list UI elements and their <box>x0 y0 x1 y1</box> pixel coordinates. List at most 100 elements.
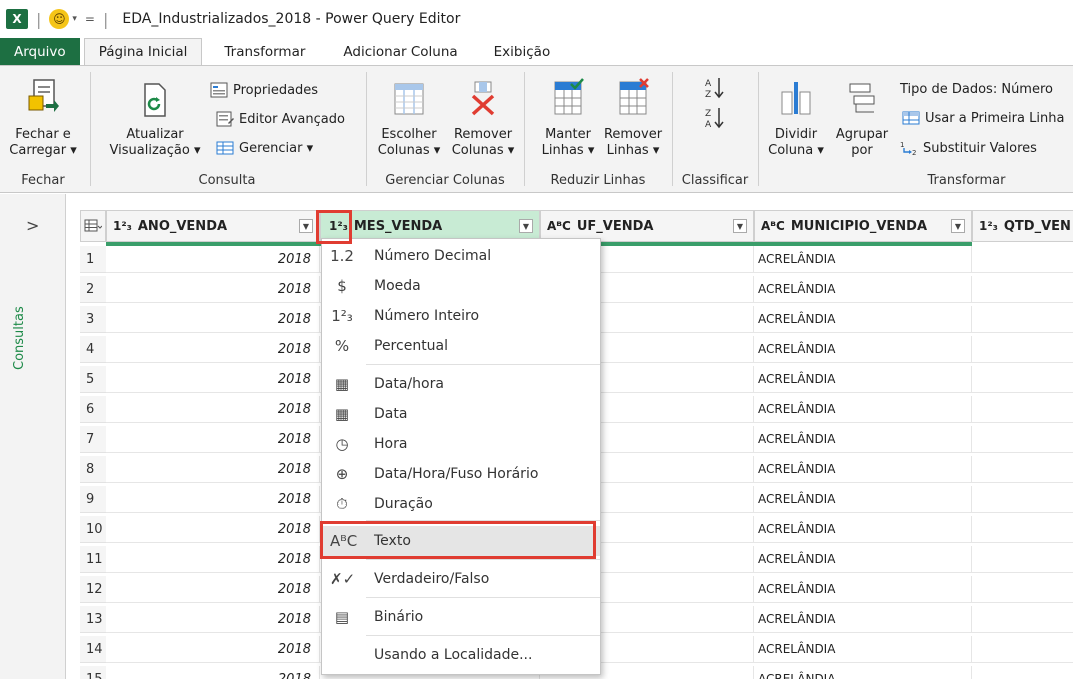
row-number[interactable]: 12 <box>80 576 106 603</box>
quick-access-dropdown-icon[interactable]: ▾ <box>72 14 77 24</box>
cell-qtd-venda[interactable] <box>972 516 1073 543</box>
table-options-button[interactable] <box>80 210 106 242</box>
menu-item-data-hora[interactable]: ▦ Data/hora <box>322 369 600 399</box>
cell-municipio-venda[interactable]: ACRELÂNDIA <box>754 516 972 543</box>
cell-ano-venda[interactable]: 2018 <box>106 606 320 633</box>
cell-qtd-venda[interactable] <box>972 606 1073 633</box>
whole-number-type-icon[interactable]: 1²₃ <box>979 219 998 233</box>
escolher-colunas-button[interactable]: Escolher Colunas ▾ <box>374 80 444 159</box>
cell-ano-venda[interactable]: 2018 <box>106 396 320 423</box>
row-number[interactable]: 6 <box>80 396 106 423</box>
cell-municipio-venda[interactable]: ACRELÂNDIA <box>754 636 972 663</box>
cell-qtd-venda[interactable] <box>972 246 1073 273</box>
cell-municipio-venda[interactable]: ACRELÂNDIA <box>754 546 972 573</box>
menu-item-percentual[interactable]: % Percentual <box>322 331 600 361</box>
cell-municipio-venda[interactable]: ACRELÂNDIA <box>754 276 972 303</box>
row-number[interactable]: 9 <box>80 486 106 513</box>
row-number[interactable]: 13 <box>80 606 106 633</box>
remover-colunas-button[interactable]: Remover Colunas ▾ <box>448 80 518 159</box>
cell-ano-venda[interactable]: 2018 <box>106 486 320 513</box>
tab-arquivo[interactable]: Arquivo <box>0 38 80 66</box>
cell-ano-venda[interactable]: 2018 <box>106 336 320 363</box>
cell-qtd-venda[interactable] <box>972 666 1073 679</box>
cell-qtd-venda[interactable] <box>972 426 1073 453</box>
cell-municipio-venda[interactable]: ACRELÂNDIA <box>754 456 972 483</box>
smiley-feedback-icon[interactable]: ☺ <box>49 9 70 29</box>
propriedades-button[interactable]: Propriedades <box>210 82 318 98</box>
tab-exibicao[interactable]: Exibição <box>480 38 565 66</box>
whole-number-type-icon[interactable]: 1²₃ <box>329 219 348 233</box>
cell-qtd-venda[interactable] <box>972 636 1073 663</box>
cell-ano-venda[interactable]: 2018 <box>106 426 320 453</box>
cell-municipio-venda[interactable]: ACRELÂNDIA <box>754 486 972 513</box>
row-number[interactable]: 5 <box>80 366 106 393</box>
cell-qtd-venda[interactable] <box>972 486 1073 513</box>
column-filter-icon[interactable]: ▼ <box>519 219 533 233</box>
remover-linhas-button[interactable]: Remover Linhas ▾ <box>600 78 666 159</box>
sort-descending-button[interactable]: ZA <box>700 106 730 135</box>
row-number[interactable]: 3 <box>80 306 106 333</box>
menu-item-moeda[interactable]: $ Moeda <box>322 271 600 301</box>
cell-municipio-venda[interactable]: ACRELÂNDIA <box>754 426 972 453</box>
usar-primeira-linha-button[interactable]: Usar a Primeira Linha <box>902 110 1064 126</box>
cell-municipio-venda[interactable]: ACRELÂNDIA <box>754 366 972 393</box>
cell-ano-venda[interactable]: 2018 <box>106 516 320 543</box>
cell-qtd-venda[interactable] <box>972 576 1073 603</box>
queries-panel-label[interactable]: Consultas <box>12 250 27 370</box>
cell-municipio-venda[interactable]: ACRELÂNDIA <box>754 246 972 273</box>
row-number[interactable]: 1 <box>80 246 106 273</box>
editor-avancado-button[interactable]: Editor Avançado <box>216 111 345 127</box>
cell-ano-venda[interactable]: 2018 <box>106 546 320 573</box>
tab-adicionar-coluna[interactable]: Adicionar Coluna <box>329 38 471 66</box>
row-number[interactable]: 4 <box>80 336 106 363</box>
cell-qtd-venda[interactable] <box>972 276 1073 303</box>
cell-municipio-venda[interactable]: ACRELÂNDIA <box>754 396 972 423</box>
row-number[interactable]: 15 <box>80 666 106 679</box>
cell-qtd-venda[interactable] <box>972 336 1073 363</box>
cell-municipio-venda[interactable]: ACRELÂNDIA <box>754 306 972 333</box>
cell-qtd-venda[interactable] <box>972 456 1073 483</box>
cell-municipio-venda[interactable]: ACRELÂNDIA <box>754 576 972 603</box>
agrupar-por-button[interactable]: Agrupar por <box>830 80 894 159</box>
tab-pagina-inicial[interactable]: Página Inicial <box>83 38 203 66</box>
atualizar-visualizacao-button[interactable]: Atualizar Visualização ▾ <box>102 82 208 159</box>
cell-qtd-venda[interactable] <box>972 396 1073 423</box>
whole-number-type-icon[interactable]: 1²₃ <box>113 219 132 233</box>
cell-qtd-venda[interactable] <box>972 366 1073 393</box>
cell-municipio-venda[interactable]: ACRELÂNDIA <box>754 666 972 679</box>
menu-item-n-mero-inteiro[interactable]: 1²₃ Número Inteiro <box>322 301 600 331</box>
cell-ano-venda[interactable]: 2018 <box>106 366 320 393</box>
menu-item-texto[interactable]: AᴮC Texto <box>322 526 600 556</box>
substituir-valores-button[interactable]: 12 Substituir Valores <box>900 140 1037 157</box>
menu-item-hora[interactable]: ◷ Hora <box>322 429 600 459</box>
menu-item-bin-rio[interactable]: ▤ Binário <box>322 602 600 632</box>
fechar-carregar-button[interactable]: Fechar e Carregar ▾ <box>4 78 82 159</box>
tipo-dados-dropdown[interactable]: Tipo de Dados: Número <box>900 82 1053 97</box>
column-filter-icon[interactable]: ▼ <box>733 219 747 233</box>
cell-ano-venda[interactable]: 2018 <box>106 276 320 303</box>
row-number[interactable]: 11 <box>80 546 106 573</box>
cell-ano-venda[interactable]: 2018 <box>106 306 320 333</box>
column-header-qtd-venda[interactable]: 1²₃ QTD_VEN <box>972 210 1073 242</box>
menu-item-data-hora-fuso-hor-rio[interactable]: ⊕ Data/Hora/Fuso Horário <box>322 459 600 489</box>
menu-item-verdadeiro-falso[interactable]: ✗✓ Verdadeiro/Falso <box>322 564 600 594</box>
customize-toolbar-icon[interactable]: = <box>85 12 95 26</box>
row-number[interactable]: 8 <box>80 456 106 483</box>
cell-ano-venda[interactable]: 2018 <box>106 456 320 483</box>
column-filter-icon[interactable]: ▼ <box>299 219 313 233</box>
manter-linhas-button[interactable]: Manter Linhas ▾ <box>536 78 600 159</box>
tab-transformar[interactable]: Transformar <box>210 38 319 66</box>
expand-queries-icon[interactable]: > <box>26 216 39 235</box>
row-number[interactable]: 2 <box>80 276 106 303</box>
cell-municipio-venda[interactable]: ACRELÂNDIA <box>754 336 972 363</box>
dividir-coluna-button[interactable]: Dividir Coluna ▾ <box>766 80 826 159</box>
menu-item-usando-a-localidade[interactable]: Usando a Localidade... <box>322 640 600 670</box>
cell-municipio-venda[interactable]: ACRELÂNDIA <box>754 606 972 633</box>
cell-ano-venda[interactable]: 2018 <box>106 666 320 679</box>
column-filter-icon[interactable]: ▼ <box>951 219 965 233</box>
text-type-icon[interactable]: AᴮC <box>761 219 785 233</box>
text-type-icon[interactable]: AᴮC <box>547 219 571 233</box>
menu-item-data[interactable]: ▦ Data <box>322 399 600 429</box>
cell-ano-venda[interactable]: 2018 <box>106 246 320 273</box>
column-header-ano-venda[interactable]: 1²₃ ANO_VENDA ▼ <box>106 210 320 242</box>
